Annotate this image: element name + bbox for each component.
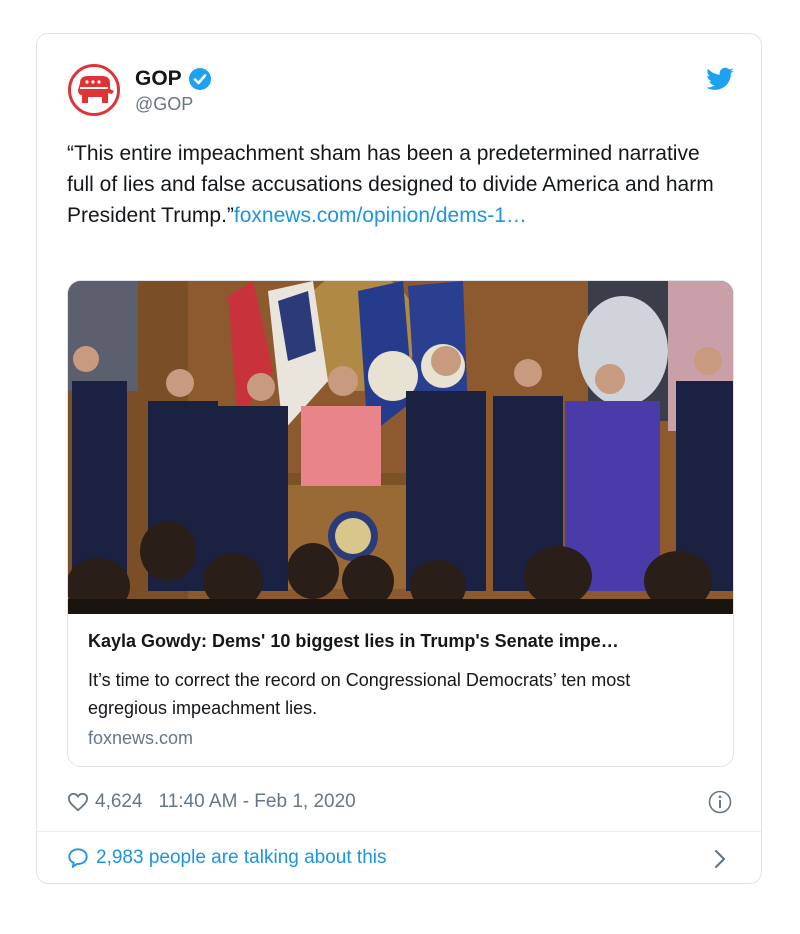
tweet-text: “This entire impeachment sham has been a… xyxy=(67,138,727,231)
link-description: It’s time to correct the record on Congr… xyxy=(88,670,631,718)
verified-badge-icon xyxy=(188,68,211,90)
talking-count-label[interactable]: 2,983 people are talking about this xyxy=(96,847,387,869)
display-name[interactable]: GOP xyxy=(135,67,182,91)
tweet-link[interactable]: foxnews.com/opinion/dems-1… xyxy=(234,204,527,227)
info-icon[interactable] xyxy=(708,790,732,814)
link-title[interactable]: Kayla Gowdy: Dems' 10 biggest lies in Tr… xyxy=(88,631,718,652)
divider xyxy=(37,831,761,832)
tweet-embed-card: GOP @GOP “This entire impeachment sham h… xyxy=(36,33,762,884)
heart-icon[interactable] xyxy=(67,792,89,812)
gop-avatar[interactable] xyxy=(68,64,120,116)
twitter-bird-icon[interactable] xyxy=(705,67,735,93)
chevron-right-icon[interactable] xyxy=(713,848,727,870)
timestamp[interactable]: 11:40 AM - Feb 1, 2020 xyxy=(159,791,356,813)
like-count[interactable]: 4,624 xyxy=(95,791,143,813)
speech-bubble-icon xyxy=(68,848,88,869)
press-conference-photo[interactable] xyxy=(68,281,734,614)
link-preview-card[interactable]: Kayla Gowdy: Dems' 10 biggest lies in Tr… xyxy=(67,280,734,767)
conversation-link[interactable]: 2,983 people are talking about this xyxy=(67,847,387,869)
elephant-logo-icon xyxy=(78,76,114,103)
handle[interactable]: @GOP xyxy=(135,94,193,115)
link-domain: foxnews.com xyxy=(88,728,194,748)
